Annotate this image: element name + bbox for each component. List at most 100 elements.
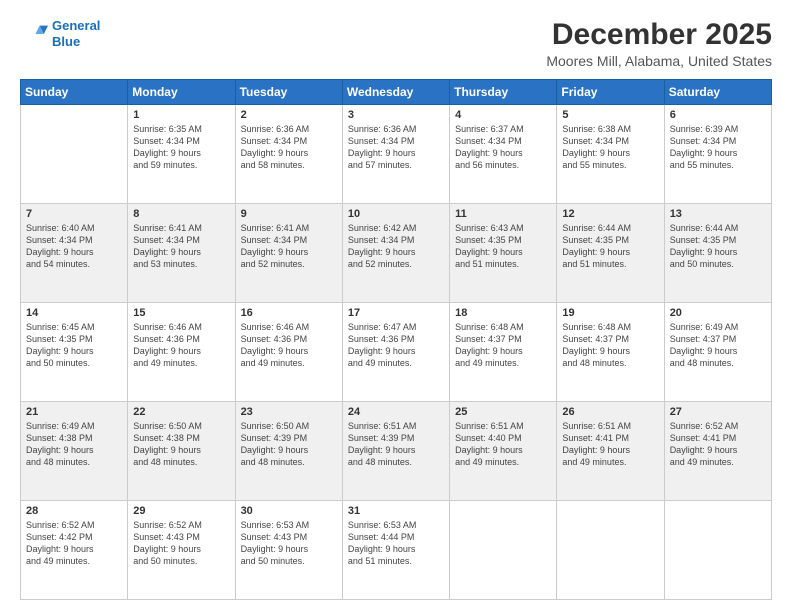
day-info: Sunrise: 6:41 AMSunset: 4:34 PMDaylight:…	[241, 222, 337, 271]
day-number: 22	[133, 406, 229, 418]
day-info: Sunrise: 6:53 AMSunset: 4:44 PMDaylight:…	[348, 519, 444, 568]
calendar-header-monday: Monday	[128, 80, 235, 105]
day-number: 24	[348, 406, 444, 418]
calendar-week-row: 7 Sunrise: 6:40 AMSunset: 4:34 PMDaylight…	[21, 204, 772, 303]
day-number: 4	[455, 109, 551, 121]
calendar-cell	[450, 501, 557, 600]
day-info: Sunrise: 6:43 AMSunset: 4:35 PMDaylight:…	[455, 222, 551, 271]
day-info: Sunrise: 6:37 AMSunset: 4:34 PMDaylight:…	[455, 123, 551, 172]
calendar-cell: 17 Sunrise: 6:47 AMSunset: 4:36 PMDayligh…	[342, 303, 449, 402]
day-number: 20	[670, 307, 766, 319]
logo-text: General Blue	[52, 18, 100, 49]
calendar-cell: 27 Sunrise: 6:52 AMSunset: 4:41 PMDayligh…	[664, 402, 771, 501]
calendar-cell: 15 Sunrise: 6:46 AMSunset: 4:36 PMDayligh…	[128, 303, 235, 402]
calendar-week-row: 21Sunrise: 6:49 AMSunset: 4:38 PMDayligh…	[21, 402, 772, 501]
day-number: 7	[26, 208, 122, 220]
calendar-header-tuesday: Tuesday	[235, 80, 342, 105]
calendar-cell: 28Sunrise: 6:52 AMSunset: 4:42 PMDayligh…	[21, 501, 128, 600]
day-number: 29	[133, 505, 229, 517]
calendar-week-row: 14 Sunrise: 6:45 AMSunset: 4:35 PMDayligh…	[21, 303, 772, 402]
day-info: Sunrise: 6:40 AMSunset: 4:34 PMDaylight:…	[26, 222, 122, 271]
day-number: 19	[562, 307, 658, 319]
day-info: Sunrise: 6:52 AMSunset: 4:41 PMDaylight:…	[670, 420, 766, 469]
day-number: 21	[26, 406, 122, 418]
calendar-cell: 21Sunrise: 6:49 AMSunset: 4:38 PMDayligh…	[21, 402, 128, 501]
calendar-cell	[557, 501, 664, 600]
day-info: Sunrise: 6:46 AMSunset: 4:36 PMDaylight:…	[133, 321, 229, 370]
day-number: 17	[348, 307, 444, 319]
calendar-cell: 7 Sunrise: 6:40 AMSunset: 4:34 PMDaylight…	[21, 204, 128, 303]
day-number: 16	[241, 307, 337, 319]
calendar-cell: 9 Sunrise: 6:41 AMSunset: 4:34 PMDaylight…	[235, 204, 342, 303]
calendar-cell: 2 Sunrise: 6:36 AMSunset: 4:34 PMDaylight…	[235, 105, 342, 204]
day-number: 26	[562, 406, 658, 418]
day-number: 18	[455, 307, 551, 319]
day-info: Sunrise: 6:47 AMSunset: 4:36 PMDaylight:…	[348, 321, 444, 370]
day-number: 9	[241, 208, 337, 220]
calendar-cell: 1Sunrise: 6:35 AMSunset: 4:34 PMDaylight…	[128, 105, 235, 204]
day-number: 6	[670, 109, 766, 121]
day-info: Sunrise: 6:53 AMSunset: 4:43 PMDaylight:…	[241, 519, 337, 568]
calendar-week-row: 28Sunrise: 6:52 AMSunset: 4:42 PMDayligh…	[21, 501, 772, 600]
calendar-cell: 14 Sunrise: 6:45 AMSunset: 4:35 PMDayligh…	[21, 303, 128, 402]
calendar-week-row: 1Sunrise: 6:35 AMSunset: 4:34 PMDaylight…	[21, 105, 772, 204]
calendar-cell: 4 Sunrise: 6:37 AMSunset: 4:34 PMDaylight…	[450, 105, 557, 204]
calendar-cell: 22 Sunrise: 6:50 AMSunset: 4:38 PMDayligh…	[128, 402, 235, 501]
day-info: Sunrise: 6:45 AMSunset: 4:35 PMDaylight:…	[26, 321, 122, 370]
day-info: Sunrise: 6:50 AMSunset: 4:39 PMDaylight:…	[241, 420, 337, 469]
day-info: Sunrise: 6:42 AMSunset: 4:34 PMDaylight:…	[348, 222, 444, 271]
day-info: Sunrise: 6:48 AMSunset: 4:37 PMDaylight:…	[562, 321, 658, 370]
day-info: Sunrise: 6:36 AMSunset: 4:34 PMDaylight:…	[348, 123, 444, 172]
calendar-cell: 10 Sunrise: 6:42 AMSunset: 4:34 PMDayligh…	[342, 204, 449, 303]
day-info: Sunrise: 6:39 AMSunset: 4:34 PMDaylight:…	[670, 123, 766, 172]
calendar-cell: 3 Sunrise: 6:36 AMSunset: 4:34 PMDaylight…	[342, 105, 449, 204]
day-number: 31	[348, 505, 444, 517]
day-number: 30	[241, 505, 337, 517]
calendar-cell: 6 Sunrise: 6:39 AMSunset: 4:34 PMDaylight…	[664, 105, 771, 204]
calendar-cell: 30 Sunrise: 6:53 AMSunset: 4:43 PMDayligh…	[235, 501, 342, 600]
logo-line2: Blue	[52, 34, 80, 49]
calendar-header-friday: Friday	[557, 80, 664, 105]
day-number: 15	[133, 307, 229, 319]
title-block: December 2025 Moores Mill, Alabama, Unit…	[546, 18, 772, 69]
day-info: Sunrise: 6:46 AMSunset: 4:36 PMDaylight:…	[241, 321, 337, 370]
calendar-cell: 11 Sunrise: 6:43 AMSunset: 4:35 PMDayligh…	[450, 204, 557, 303]
day-info: Sunrise: 6:49 AMSunset: 4:37 PMDaylight:…	[670, 321, 766, 370]
day-info: Sunrise: 6:52 AMSunset: 4:43 PMDaylight:…	[133, 519, 229, 568]
day-info: Sunrise: 6:44 AMSunset: 4:35 PMDaylight:…	[562, 222, 658, 271]
day-info: Sunrise: 6:38 AMSunset: 4:34 PMDaylight:…	[562, 123, 658, 172]
calendar-cell: 12Sunrise: 6:44 AMSunset: 4:35 PMDayligh…	[557, 204, 664, 303]
calendar-cell: 18Sunrise: 6:48 AMSunset: 4:37 PMDayligh…	[450, 303, 557, 402]
header: General Blue December 2025 Moores Mill, …	[20, 18, 772, 69]
calendar-header-wednesday: Wednesday	[342, 80, 449, 105]
day-number: 2	[241, 109, 337, 121]
day-number: 23	[241, 406, 337, 418]
day-number: 3	[348, 109, 444, 121]
day-info: Sunrise: 6:51 AMSunset: 4:39 PMDaylight:…	[348, 420, 444, 469]
main-title: December 2025	[546, 18, 772, 51]
day-number: 27	[670, 406, 766, 418]
calendar-cell: 8Sunrise: 6:41 AMSunset: 4:34 PMDaylight…	[128, 204, 235, 303]
day-number: 10	[348, 208, 444, 220]
day-number: 1	[133, 109, 229, 121]
calendar-cell: 16 Sunrise: 6:46 AMSunset: 4:36 PMDayligh…	[235, 303, 342, 402]
calendar-cell	[664, 501, 771, 600]
calendar-cell	[21, 105, 128, 204]
calendar-cell: 31 Sunrise: 6:53 AMSunset: 4:44 PMDayligh…	[342, 501, 449, 600]
calendar-cell: 20 Sunrise: 6:49 AMSunset: 4:37 PMDayligh…	[664, 303, 771, 402]
day-number: 28	[26, 505, 122, 517]
calendar-header-row: SundayMondayTuesdayWednesdayThursdayFrid…	[21, 80, 772, 105]
day-number: 14	[26, 307, 122, 319]
calendar-cell: 25 Sunrise: 6:51 AMSunset: 4:40 PMDayligh…	[450, 402, 557, 501]
calendar-header-thursday: Thursday	[450, 80, 557, 105]
calendar-header-sunday: Sunday	[21, 80, 128, 105]
day-number: 25	[455, 406, 551, 418]
day-info: Sunrise: 6:44 AMSunset: 4:35 PMDaylight:…	[670, 222, 766, 271]
day-number: 11	[455, 208, 551, 220]
day-info: Sunrise: 6:36 AMSunset: 4:34 PMDaylight:…	[241, 123, 337, 172]
day-number: 13	[670, 208, 766, 220]
calendar-header-saturday: Saturday	[664, 80, 771, 105]
calendar-cell: 26Sunrise: 6:51 AMSunset: 4:41 PMDayligh…	[557, 402, 664, 501]
day-info: Sunrise: 6:51 AMSunset: 4:40 PMDaylight:…	[455, 420, 551, 469]
day-info: Sunrise: 6:50 AMSunset: 4:38 PMDaylight:…	[133, 420, 229, 469]
